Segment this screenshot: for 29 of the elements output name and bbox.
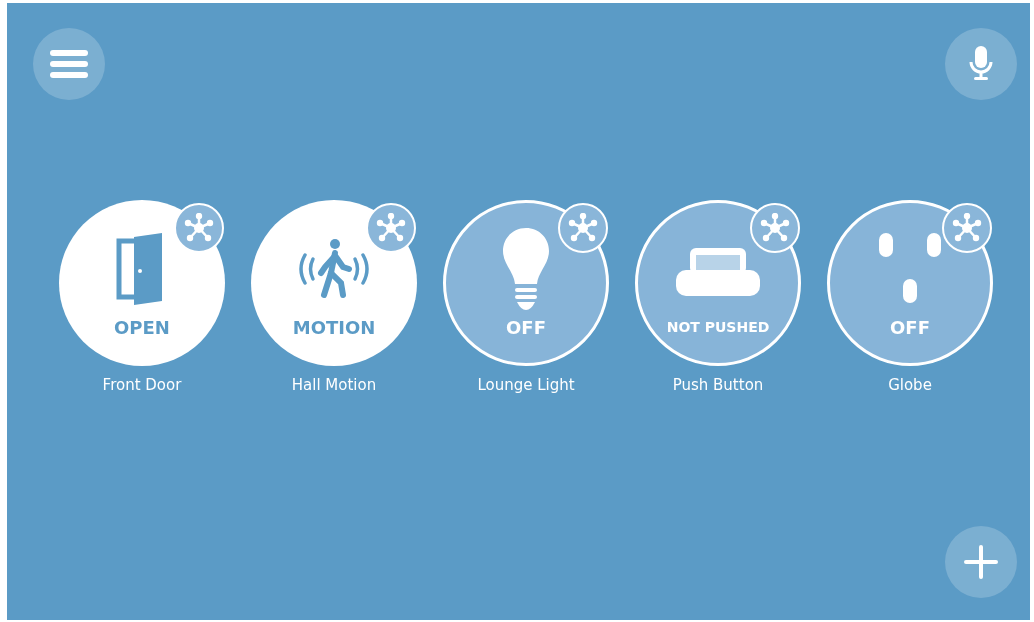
device-tile[interactable]: OPEN: [59, 200, 225, 366]
light-bulb-icon: [503, 227, 549, 310]
network-icon: [376, 213, 406, 243]
network-icon: [568, 213, 598, 243]
microphone-icon: [968, 46, 994, 82]
device-tile[interactable]: OFF: [827, 200, 993, 366]
device-state: MOTION: [292, 315, 376, 340]
network-icon: [952, 213, 982, 243]
menu-icon: [50, 49, 88, 79]
network-icon: [184, 213, 214, 243]
device-name: Push Button: [672, 375, 764, 396]
network-badge[interactable]: [558, 203, 608, 253]
network-badge[interactable]: [750, 203, 800, 253]
device-name: Front Door: [102, 375, 182, 396]
device-state: OFF: [890, 315, 930, 340]
device-tile[interactable]: OFF: [443, 200, 609, 366]
device-tile[interactable]: MOTION: [251, 200, 417, 366]
network-icon: [760, 213, 790, 243]
device-state: OFF: [506, 315, 546, 340]
push-button-icon: [676, 247, 760, 296]
plus-icon: [964, 545, 998, 579]
device-tile[interactable]: NOT PUSHED: [635, 200, 801, 366]
device-name: Globe: [888, 375, 932, 396]
device-name: Lounge Light: [477, 375, 575, 396]
device-name: Hall Motion: [291, 375, 377, 396]
network-badge[interactable]: [942, 203, 992, 253]
device-state: NOT PUSHED: [666, 317, 770, 337]
device-state: OPEN: [114, 315, 170, 340]
power-outlet-icon: [879, 232, 941, 305]
